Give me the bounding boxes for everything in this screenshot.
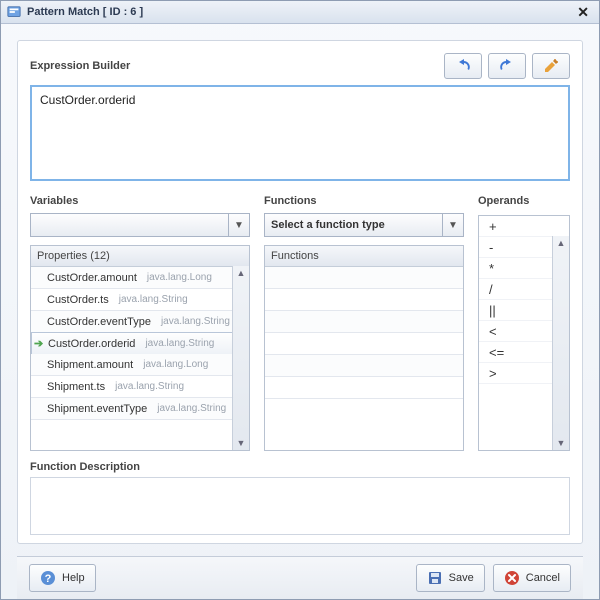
variable-type: java.lang.String <box>161 316 230 327</box>
expression-header-row: Expression Builder <box>30 53 570 79</box>
variable-name: CustOrder.eventType <box>47 316 151 328</box>
variables-scrollbar[interactable]: ▲▼ <box>232 266 249 450</box>
functions-label: Functions <box>264 195 464 207</box>
scroll-down-icon[interactable]: ▼ <box>237 436 246 450</box>
scroll-up-icon[interactable]: ▲ <box>237 266 246 280</box>
cancel-button-label: Cancel <box>526 572 560 584</box>
expression-textarea[interactable]: CustOrder.orderid <box>30 85 570 181</box>
variable-row[interactable]: CustOrder.ts java.lang.String <box>31 289 249 311</box>
dialog-body: Expression Builder CustOrder.orderid <box>1 24 599 599</box>
variable-type: java.lang.Long <box>147 272 212 283</box>
functions-grid-body <box>265 267 463 450</box>
dialog-window: Pattern Match [ ID : 6 ] ✕ Expression Bu… <box>0 0 600 600</box>
chevron-down-icon: ▼ <box>228 214 249 236</box>
help-button-label: Help <box>62 572 85 584</box>
help-icon: ? <box>40 570 56 586</box>
toolbar <box>444 53 570 79</box>
functions-grid-header: Functions <box>265 246 463 267</box>
variable-type: java.lang.String <box>145 338 214 349</box>
main-panel: Expression Builder CustOrder.orderid <box>17 40 583 544</box>
variables-grid-header: Properties (12) <box>31 246 249 267</box>
variable-row[interactable]: Shipment.eventType java.lang.String <box>31 398 249 420</box>
function-description-box <box>30 477 570 535</box>
variables-grid-body: CustOrder.amountjava.lang.LongCustOrder.… <box>31 267 249 450</box>
functions-grid: Functions <box>264 245 464 451</box>
cancel-button[interactable]: Cancel <box>493 564 571 592</box>
redo-button[interactable] <box>488 53 526 79</box>
operand-item[interactable]: + <box>479 216 569 237</box>
row-selected-icon: ➔ <box>34 337 48 350</box>
variable-type: java.lang.Long <box>143 359 208 370</box>
variable-name: Shipment.ts <box>47 381 105 393</box>
variable-row[interactable]: ➔CustOrder.orderid java.lang.String <box>31 332 249 355</box>
operands-list: +-*/||<<=>▲▼ <box>478 215 570 451</box>
columns: Variables ▼ Properties (12) CustOrder.am… <box>30 195 570 451</box>
title-bar: Pattern Match [ ID : 6 ] ✕ <box>1 1 599 24</box>
undo-button[interactable] <box>444 53 482 79</box>
function-row[interactable] <box>265 377 463 399</box>
function-row[interactable] <box>265 355 463 377</box>
function-description-label: Function Description <box>30 461 570 473</box>
variable-type: java.lang.String <box>115 381 184 392</box>
undo-icon <box>455 58 471 74</box>
pencil-icon <box>543 58 559 74</box>
close-icon[interactable]: ✕ <box>573 4 593 21</box>
operands-scrollbar[interactable]: ▲▼ <box>552 236 569 450</box>
variable-type: java.lang.String <box>157 403 226 414</box>
function-row[interactable] <box>265 267 463 289</box>
variable-type: java.lang.String <box>119 294 188 305</box>
scroll-up-icon[interactable]: ▲ <box>557 236 566 250</box>
variable-row[interactable]: Shipment.amount java.lang.Long <box>31 354 249 376</box>
save-button-label: Save <box>449 572 474 584</box>
operands-label: Operands <box>478 195 570 207</box>
help-button[interactable]: ? Help <box>29 564 96 592</box>
function-row[interactable] <box>265 311 463 333</box>
edit-button[interactable] <box>532 53 570 79</box>
dialog-footer: ? Help Save Cancel <box>17 556 583 599</box>
cancel-icon <box>504 570 520 586</box>
save-icon <box>427 570 443 586</box>
variable-name: Shipment.amount <box>47 359 133 371</box>
redo-icon <box>499 58 515 74</box>
chevron-down-icon: ▼ <box>442 214 463 236</box>
variable-name: CustOrder.amount <box>47 272 137 284</box>
window-title: Pattern Match [ ID : 6 ] <box>27 6 143 18</box>
operands-column: Operands +-*/||<<=>▲▼ <box>478 195 570 451</box>
variable-row[interactable]: CustOrder.amount java.lang.Long <box>31 267 249 289</box>
variable-name: CustOrder.ts <box>47 294 109 306</box>
functions-column: Functions Select a function type ▼ Funct… <box>264 195 464 451</box>
variables-column: Variables ▼ Properties (12) CustOrder.am… <box>30 195 250 451</box>
variables-label: Variables <box>30 195 250 207</box>
variable-row[interactable]: Shipment.ts java.lang.String <box>31 376 249 398</box>
scroll-down-icon[interactable]: ▼ <box>557 436 566 450</box>
variable-row[interactable]: CustOrder.eventType java.lang.String <box>31 311 249 333</box>
function-row[interactable] <box>265 333 463 355</box>
variables-dropdown[interactable]: ▼ <box>30 213 250 237</box>
functions-dropdown-value: Select a function type <box>271 219 385 231</box>
variables-grid: Properties (12) CustOrder.amount java.lan… <box>30 245 250 451</box>
variable-name: CustOrder.orderid <box>48 338 135 350</box>
expression-builder-label: Expression Builder <box>30 60 130 72</box>
function-row[interactable] <box>265 289 463 311</box>
svg-text:?: ? <box>45 573 52 585</box>
functions-dropdown[interactable]: Select a function type ▼ <box>264 213 464 237</box>
save-button[interactable]: Save <box>416 564 485 592</box>
app-icon <box>7 5 21 19</box>
variable-name: Shipment.eventType <box>47 403 147 415</box>
